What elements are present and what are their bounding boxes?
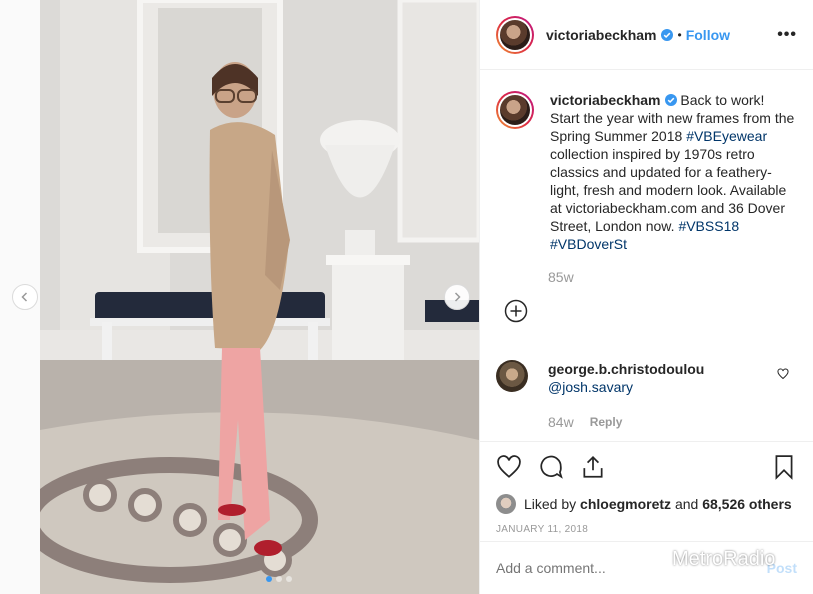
share-icon[interactable] (580, 454, 606, 480)
commenter-avatar[interactable] (496, 360, 528, 392)
hashtag-vbeyewear[interactable]: #VBEyewear (686, 128, 767, 144)
post-header: victoriabeckham • Follow ••• (480, 0, 813, 70)
chevron-left-icon (21, 292, 28, 302)
caption-username[interactable]: victoriabeckham (550, 92, 661, 108)
carousel-indicator (266, 576, 292, 582)
hashtag-vbss18[interactable]: #VBSS18 (678, 218, 739, 234)
caption-author-avatar[interactable] (496, 91, 534, 129)
watermark-text: MetroRadio (672, 548, 776, 570)
comment-meta: 84w Reply (548, 414, 797, 430)
likes-count[interactable]: 68,526 others (702, 496, 792, 512)
carousel-dot-3 (286, 576, 292, 582)
previous-slide-button[interactable] (12, 284, 38, 310)
photo-illustration (40, 0, 479, 594)
bookmark-icon[interactable] (771, 454, 797, 480)
liker-avatar[interactable] (496, 494, 516, 514)
post-date[interactable]: JANUARY 11, 2018 (496, 524, 797, 535)
commenter-username[interactable]: george.b.christodoulou (548, 361, 704, 377)
liker-username[interactable]: chloegmoretz (580, 496, 671, 512)
comment: george.b.christodoulou @josh.savary (496, 360, 797, 396)
comments-section: victoriabeckham Back to work! Start the … (480, 71, 813, 441)
comment-body: george.b.christodoulou @josh.savary (548, 360, 704, 396)
author-avatar[interactable] (496, 15, 534, 54)
likes-summary: Liked by chloegmoretz and 68,526 others (496, 494, 797, 514)
wechat-logo-icon (642, 550, 666, 569)
like-comment-heart-icon[interactable] (777, 368, 789, 380)
post-side-panel: victoriabeckham • Follow ••• victoriabec… (479, 0, 813, 594)
heart-icon[interactable] (496, 454, 522, 480)
comment-age: 84w (548, 414, 574, 430)
chevron-right-icon (454, 292, 461, 302)
instagram-post-view: victoriabeckham • Follow ••• victoriabec… (0, 0, 813, 594)
caption-age: 85w (548, 269, 574, 285)
verified-badge-icon (660, 28, 673, 41)
likes-prefix: Liked by (524, 496, 577, 512)
hashtag-vbdoverst[interactable]: #VBDoverSt (550, 236, 627, 252)
next-slide-button[interactable] (444, 284, 470, 310)
verified-badge-icon (664, 94, 677, 106)
watermark: MetroRadio (642, 548, 775, 571)
load-more-comments-icon[interactable] (504, 299, 528, 323)
more-options-icon[interactable]: ••• (777, 26, 797, 44)
caption-text: victoriabeckham Back to work! Start the … (550, 91, 797, 253)
follow-button[interactable]: Follow (686, 27, 730, 43)
post-actions: Liked by chloegmoretz and 68,526 others … (480, 441, 813, 535)
header-separator: • (677, 27, 682, 42)
carousel-dot-2 (276, 576, 282, 582)
action-icon-row (496, 452, 797, 482)
comment-mention[interactable]: @josh.savary (548, 378, 704, 396)
likes-middle: and (674, 496, 699, 512)
caption-body-2: collection inspired by 1970s retro class… (550, 146, 787, 234)
comment-icon[interactable] (538, 454, 564, 480)
post-photo[interactable] (40, 0, 479, 594)
caption: victoriabeckham Back to work! Start the … (496, 91, 797, 253)
carousel-dot-1 (266, 576, 272, 582)
reply-button[interactable]: Reply (590, 415, 623, 429)
author-username[interactable]: victoriabeckham (546, 27, 657, 43)
